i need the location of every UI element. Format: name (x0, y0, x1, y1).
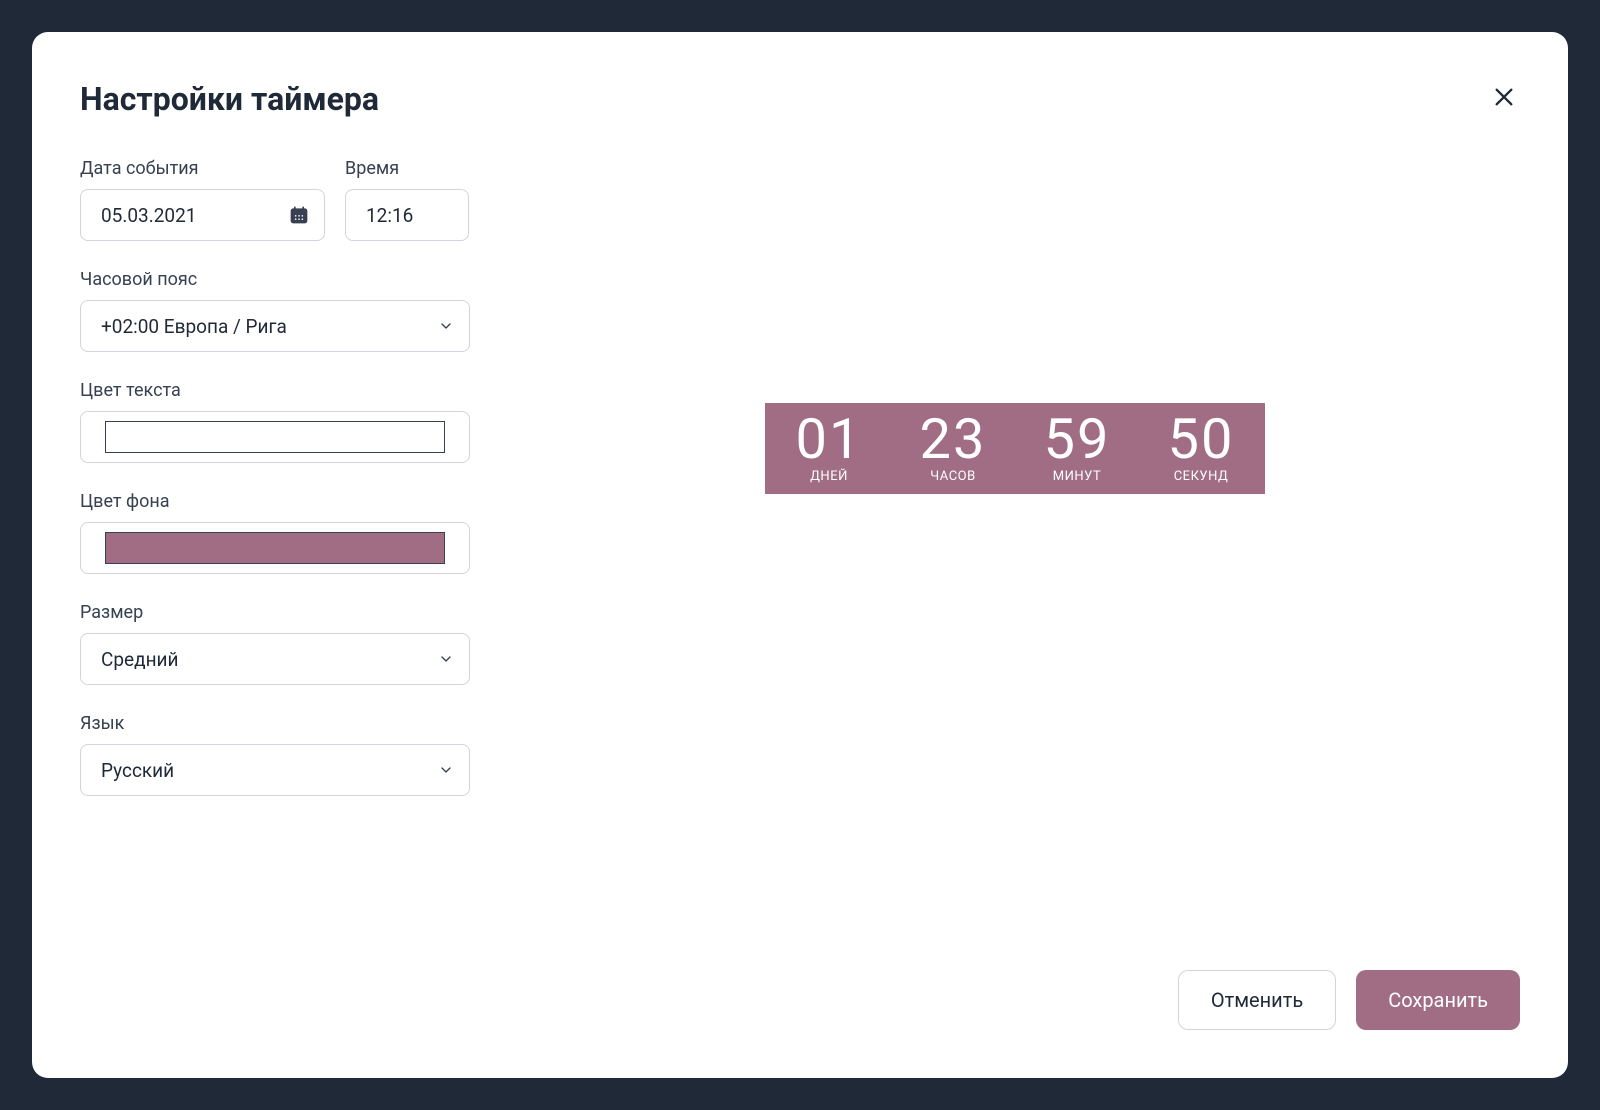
text-color-group: Цвет текста (80, 380, 470, 463)
time-label: Время (345, 158, 469, 179)
timer-preview: 01 ДНЕЙ 23 ЧАСОВ 59 МИНУТ 50 СЕКУНД (765, 403, 1265, 494)
size-group: Размер Средний (80, 602, 470, 685)
timer-minutes-label: МИНУТ (1053, 469, 1101, 484)
timer-settings-modal: Настройки таймера Дата события (32, 32, 1568, 1078)
language-select-wrap: Русский (80, 744, 470, 796)
time-group: Время (345, 158, 469, 241)
timezone-select[interactable]: +02:00 Европа / Рига (80, 300, 470, 352)
text-color-input[interactable] (80, 411, 470, 463)
modal-body: Дата события Время Часовой по (80, 158, 1520, 938)
language-label: Язык (80, 713, 470, 734)
size-value: Средний (101, 648, 178, 671)
bg-color-group: Цвет фона (80, 491, 470, 574)
timer-days-label: ДНЕЙ (810, 469, 848, 484)
preview-column: 01 ДНЕЙ 23 ЧАСОВ 59 МИНУТ 50 СЕКУНД (510, 158, 1520, 938)
size-label: Размер (80, 602, 470, 623)
size-select-wrap: Средний (80, 633, 470, 685)
timer-seconds-label: СЕКУНД (1174, 469, 1229, 484)
modal-header: Настройки таймера (80, 80, 1520, 118)
text-color-label: Цвет текста (80, 380, 470, 401)
bg-color-input[interactable] (80, 522, 470, 574)
timer-minutes: 59 МИНУТ (1031, 411, 1123, 484)
date-input-wrap (80, 189, 325, 241)
timer-seconds-value: 50 (1168, 411, 1235, 467)
date-group: Дата события (80, 158, 325, 241)
date-time-row: Дата события Время (80, 158, 470, 241)
modal-title: Настройки таймера (80, 80, 379, 118)
date-label: Дата события (80, 158, 325, 179)
date-input[interactable] (80, 189, 325, 241)
cancel-button[interactable]: Отменить (1178, 970, 1336, 1030)
bg-color-swatch (105, 532, 445, 564)
bg-color-label: Цвет фона (80, 491, 470, 512)
language-group: Язык Русский (80, 713, 470, 796)
timer-hours: 23 ЧАСОВ (907, 411, 999, 484)
time-input-wrap (345, 189, 469, 241)
time-input[interactable] (345, 189, 469, 241)
timezone-select-wrap: +02:00 Европа / Рига (80, 300, 470, 352)
language-value: Русский (101, 759, 174, 782)
language-select[interactable]: Русский (80, 744, 470, 796)
timezone-label: Часовой пояс (80, 269, 470, 290)
size-select[interactable]: Средний (80, 633, 470, 685)
timer-hours-label: ЧАСОВ (930, 469, 975, 484)
timer-hours-value: 23 (920, 411, 987, 467)
modal-footer: Отменить Сохранить (80, 938, 1520, 1030)
timer-seconds: 50 СЕКУНД (1155, 411, 1247, 484)
timer-minutes-value: 59 (1044, 411, 1111, 467)
timezone-group: Часовой пояс +02:00 Европа / Рига (80, 269, 470, 352)
timer-days-value: 01 (796, 411, 863, 467)
timer-days: 01 ДНЕЙ (783, 411, 875, 484)
close-icon (1493, 86, 1515, 112)
timezone-value: +02:00 Европа / Рига (101, 315, 287, 338)
text-color-swatch (105, 421, 445, 453)
save-button[interactable]: Сохранить (1356, 970, 1520, 1030)
form-column: Дата события Время Часовой по (80, 158, 470, 938)
close-button[interactable] (1488, 83, 1520, 115)
